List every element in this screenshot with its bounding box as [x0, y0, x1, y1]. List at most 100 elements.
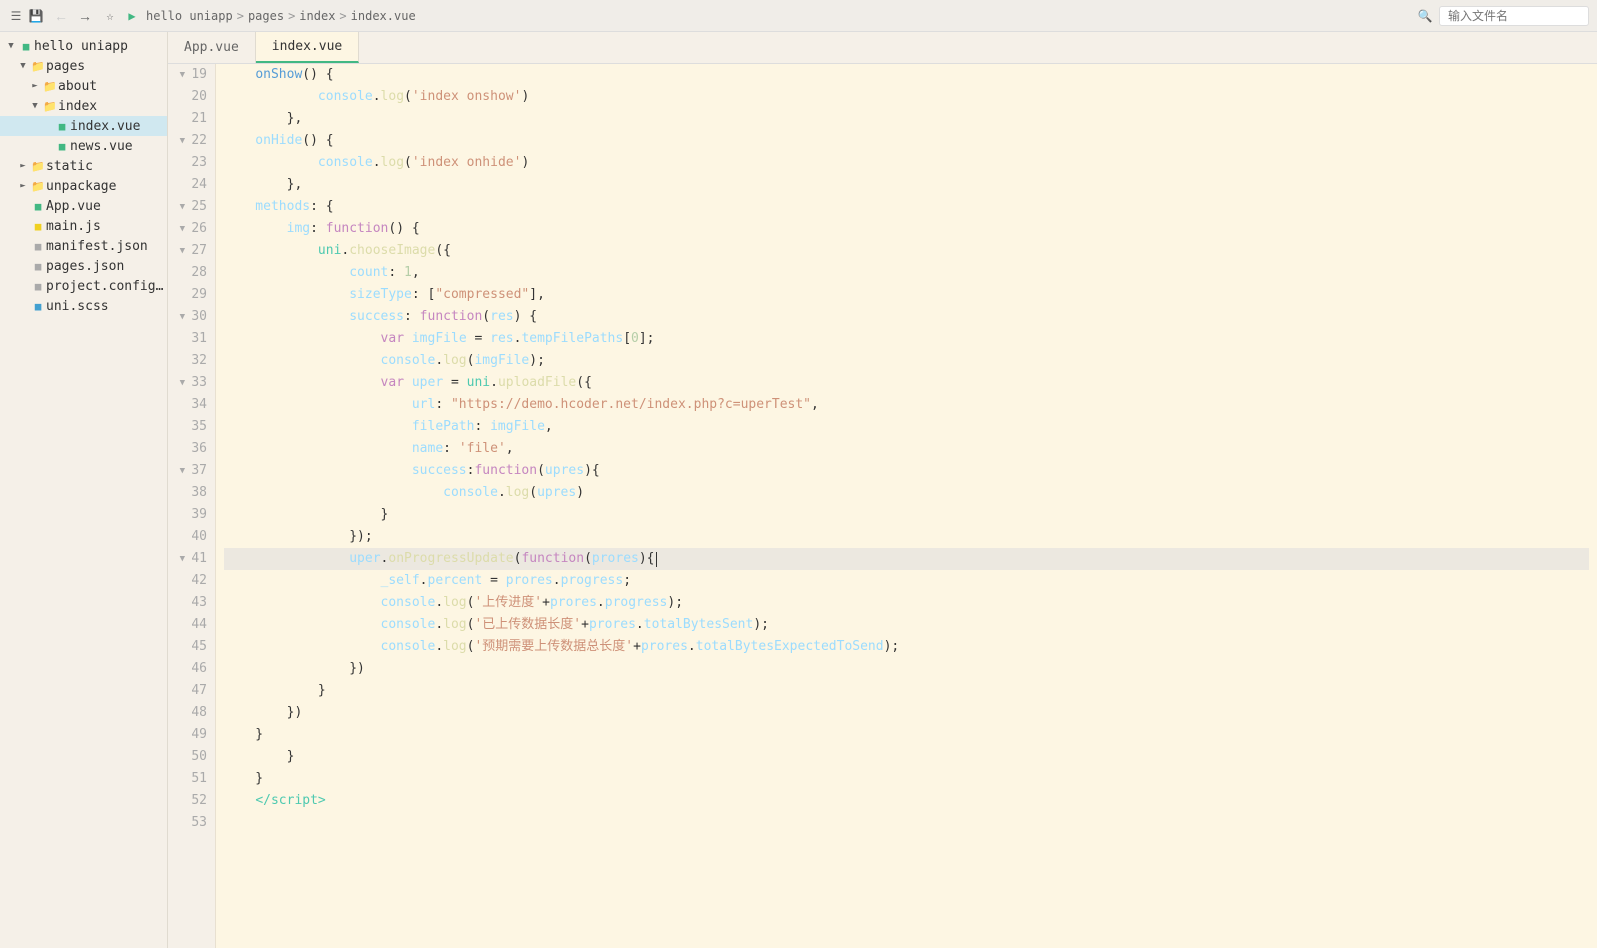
code-line-24: }, — [224, 174, 1589, 196]
line-num-23: 23 — [176, 152, 207, 174]
breadcrumb-index[interactable]: index — [299, 9, 335, 23]
save-icon[interactable]: 💾 — [28, 8, 44, 24]
sidebar-label-app-vue: App.vue — [46, 199, 101, 214]
code-line-31: var imgFile = res.tempFilePaths[0]; — [224, 328, 1589, 350]
code-line-26: img: function() { — [224, 218, 1589, 240]
spacer-1 — [40, 119, 54, 133]
spacer-app — [16, 199, 30, 213]
expand-icon-index: ▼ — [28, 99, 42, 113]
sidebar-item-news-vue[interactable]: ■ news.vue — [0, 136, 167, 156]
spacer-projectjson — [16, 279, 30, 293]
sidebar-item-index-folder[interactable]: ▼ 📁 index — [0, 96, 167, 116]
line-num-30: ▼30 — [176, 306, 207, 328]
sidebar-item-manifest-json[interactable]: ■ manifest.json — [0, 236, 167, 256]
editor[interactable]: ▼19 20 21 ▼22 23 24 ▼25 ▼26 ▼27 28 29 ▼3… — [168, 64, 1597, 948]
sidebar-item-root[interactable]: ▼ ■ hello uniapp — [0, 36, 167, 56]
line-num-35: 35 — [176, 416, 207, 438]
breadcrumb-file[interactable]: index.vue — [351, 9, 416, 23]
line-num-50: 50 — [176, 746, 207, 768]
code-line-52: </script> — [224, 790, 1589, 812]
code-line-21: }, — [224, 108, 1589, 130]
line-num-52: 52 — [176, 790, 207, 812]
line-num-48: 48 — [176, 702, 207, 724]
spacer-pagesjson — [16, 259, 30, 273]
sidebar-label-unpackage: unpackage — [46, 179, 116, 194]
code-line-25: methods: { — [224, 196, 1589, 218]
sidebar-item-about[interactable]: ► 📁 about — [0, 76, 167, 96]
vue-file-icon-news: ■ — [54, 138, 70, 154]
folder-icon-static: 📁 — [30, 158, 46, 174]
line-num-44: 44 — [176, 614, 207, 636]
sidebar-item-pages-json[interactable]: ■ pages.json — [0, 256, 167, 276]
line-num-49: 49 — [176, 724, 207, 746]
sidebar-label-news-vue: news.vue — [70, 139, 133, 154]
sidebar-label-manifest-json: manifest.json — [46, 239, 148, 254]
search-file-icon[interactable]: 🔍 — [1417, 8, 1433, 24]
line-num-20: 20 — [176, 86, 207, 108]
sidebar-item-static[interactable]: ► 📁 static — [0, 156, 167, 176]
sidebar-item-index-vue[interactable]: ■ index.vue — [0, 116, 167, 136]
json-file-icon-manifest: ■ — [30, 238, 46, 254]
search-input[interactable] — [1448, 9, 1580, 23]
code-line-27: uni.chooseImage({ — [224, 240, 1589, 262]
line-num-38: 38 — [176, 482, 207, 504]
root-icon: ■ — [18, 38, 34, 54]
code-lines: onShow() { console.log('index onshow') }… — [216, 64, 1597, 948]
sidebar-label-pages: pages — [46, 59, 85, 74]
line-num-53: 53 — [176, 812, 207, 834]
line-num-29: 29 — [176, 284, 207, 306]
spacer-uniscss — [16, 299, 30, 313]
code-line-23: console.log('index onhide') — [224, 152, 1589, 174]
expand-icon-about: ► — [28, 79, 42, 93]
titlebar-window-controls: ☰ 💾 — [8, 8, 44, 24]
sidebar-item-app-vue[interactable]: ■ App.vue — [0, 196, 167, 216]
menu-icon[interactable]: ☰ — [8, 8, 24, 24]
breadcrumb-root[interactable]: hello uniapp — [146, 9, 233, 23]
json-file-icon-pages: ■ — [30, 258, 46, 274]
code-line-43: console.log('上传进度'+prores.progress); — [224, 592, 1589, 614]
spacer-manifest — [16, 239, 30, 253]
run-icon[interactable]: ▶ — [124, 8, 140, 24]
nav-back-button[interactable]: ← — [50, 6, 72, 26]
expand-icon-unpackage: ► — [16, 179, 30, 193]
spacer-2 — [40, 139, 54, 153]
sidebar-item-main-js[interactable]: ■ main.js — [0, 216, 167, 236]
sidebar-item-project-json[interactable]: ■ project.config.json — [0, 276, 167, 296]
line-num-39: 39 — [176, 504, 207, 526]
sidebar-label-index-vue: index.vue — [70, 119, 140, 134]
sidebar-label-main-js: main.js — [46, 219, 101, 234]
search-box[interactable] — [1439, 6, 1589, 26]
bookmark-icon[interactable]: ☆ — [102, 8, 118, 24]
line-num-32: 32 — [176, 350, 207, 372]
nav-forward-button[interactable]: → — [74, 6, 96, 26]
breadcrumb-pages[interactable]: pages — [248, 9, 284, 23]
line-num-36: 36 — [176, 438, 207, 460]
tab-app-vue[interactable]: App.vue — [168, 32, 256, 63]
code-line-32: console.log(imgFile); — [224, 350, 1589, 372]
line-num-37: ▼37 — [176, 460, 207, 482]
code-line-46: }) — [224, 658, 1589, 680]
code-line-39: } — [224, 504, 1589, 526]
line-num-41: ▼41 — [176, 548, 207, 570]
code-line-36: name: 'file', — [224, 438, 1589, 460]
line-num-19: ▼19 — [176, 64, 207, 86]
sidebar-label-uni-scss: uni.scss — [46, 299, 109, 314]
folder-icon-index: 📁 — [42, 98, 58, 114]
code-line-42: _self.percent = prores.progress; — [224, 570, 1589, 592]
code-line-29: sizeType: ["compressed"], — [224, 284, 1589, 306]
code-line-34: url: "https://demo.hcoder.net/index.php?… — [224, 394, 1589, 416]
code-line-22: onHide() { — [224, 130, 1589, 152]
code-line-41: uper.onProgressUpdate(function(prores){ — [224, 548, 1589, 570]
line-num-34: 34 — [176, 394, 207, 416]
editor-tabs: App.vue index.vue — [168, 32, 1597, 64]
sidebar-item-pages[interactable]: ▼ 📁 pages — [0, 56, 167, 76]
expand-icon: ▼ — [4, 39, 18, 53]
line-num-51: 51 — [176, 768, 207, 790]
code-line-50: } — [224, 746, 1589, 768]
sidebar-item-unpackage[interactable]: ► 📁 unpackage — [0, 176, 167, 196]
sidebar-item-uni-scss[interactable]: ■ uni.scss — [0, 296, 167, 316]
tab-index-vue[interactable]: index.vue — [256, 32, 359, 63]
main-area: ▼ ■ hello uniapp ▼ 📁 pages ► 📁 about ▼ 📁… — [0, 32, 1597, 948]
js-file-icon-main: ■ — [30, 218, 46, 234]
css-file-icon-uni: ■ — [30, 298, 46, 314]
